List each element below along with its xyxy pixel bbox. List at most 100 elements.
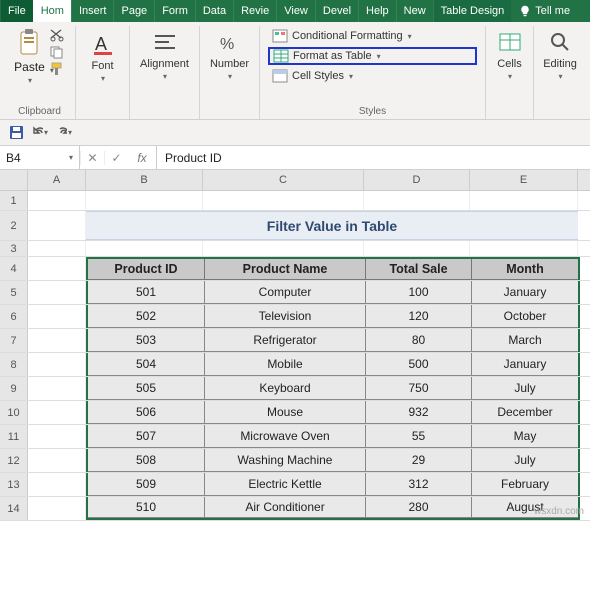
- row-header[interactable]: 12: [0, 449, 28, 472]
- table-cell[interactable]: 508: [88, 449, 205, 472]
- table-header[interactable]: Total Sale: [366, 259, 472, 280]
- tab-view[interactable]: View: [276, 0, 315, 22]
- format-as-table-button[interactable]: Format as Table▾: [268, 47, 477, 65]
- table-cell[interactable]: Microwave Oven: [205, 425, 366, 448]
- row-header[interactable]: 4: [0, 257, 28, 280]
- table-cell[interactable]: July: [472, 449, 578, 472]
- table-cell[interactable]: February: [472, 473, 578, 496]
- row-header[interactable]: 8: [0, 353, 28, 376]
- table-header[interactable]: Month: [472, 259, 578, 280]
- table-cell[interactable]: July: [472, 377, 578, 400]
- table-cell[interactable]: Electric Kettle: [205, 473, 366, 496]
- table-cell[interactable]: October: [472, 305, 578, 328]
- table-header[interactable]: Product ID: [88, 259, 205, 280]
- col-header[interactable]: E: [470, 170, 578, 190]
- table-cell[interactable]: 510: [88, 497, 205, 518]
- row-header[interactable]: 13: [0, 473, 28, 496]
- table-cell[interactable]: 312: [366, 473, 472, 496]
- row-header[interactable]: 9: [0, 377, 28, 400]
- paste-button[interactable]: Paste ▾: [14, 28, 45, 85]
- table-cell[interactable]: 502: [88, 305, 205, 328]
- tab-table-design[interactable]: Table Design: [433, 0, 512, 22]
- alignment-button[interactable]: Alignment ▾: [136, 28, 193, 83]
- tab-help[interactable]: Help: [358, 0, 396, 22]
- format-painter-icon[interactable]: [49, 62, 65, 76]
- select-all-corner[interactable]: [0, 170, 28, 190]
- row-header[interactable]: 6: [0, 305, 28, 328]
- col-header[interactable]: B: [86, 170, 203, 190]
- col-header[interactable]: C: [203, 170, 364, 190]
- cells-button[interactable]: Cells ▾: [493, 28, 525, 83]
- col-header[interactable]: A: [28, 170, 86, 190]
- table-cell[interactable]: March: [472, 329, 578, 352]
- table-cell[interactable]: 500: [366, 353, 472, 376]
- table-cell[interactable]: December: [472, 401, 578, 424]
- table-cell[interactable]: Mobile: [205, 353, 366, 376]
- table-cell[interactable]: 29: [366, 449, 472, 472]
- worksheet-grid[interactable]: A B C D E 1 2 Filter Value in Table 3 4 …: [0, 170, 590, 521]
- table-cell[interactable]: 501: [88, 281, 205, 304]
- table-cell[interactable]: 509: [88, 473, 205, 496]
- table-cell[interactable]: Computer: [205, 281, 366, 304]
- group-cells: Cells ▾: [486, 26, 534, 119]
- table-header[interactable]: Product Name: [205, 259, 366, 280]
- undo-icon[interactable]: ▾: [32, 125, 48, 141]
- table-cell[interactable]: 750: [366, 377, 472, 400]
- tab-developer[interactable]: Devel: [315, 0, 358, 22]
- cut-icon[interactable]: [49, 28, 65, 42]
- fx-icon[interactable]: fx: [128, 151, 156, 165]
- row-header[interactable]: 14: [0, 497, 28, 520]
- table-cell[interactable]: 932: [366, 401, 472, 424]
- table-cell[interactable]: 504: [88, 353, 205, 376]
- table-cell[interactable]: Television: [205, 305, 366, 328]
- row-header[interactable]: 7: [0, 329, 28, 352]
- row-header[interactable]: 2: [0, 211, 28, 240]
- table-cell[interactable]: 503: [88, 329, 205, 352]
- table-cell[interactable]: Keyboard: [205, 377, 366, 400]
- tab-data[interactable]: Data: [195, 0, 233, 22]
- cell-styles-button[interactable]: Cell Styles▾: [268, 68, 477, 84]
- table-cell[interactable]: 55: [366, 425, 472, 448]
- table-cell[interactable]: Refrigerator: [205, 329, 366, 352]
- table-cell[interactable]: 280: [366, 497, 472, 518]
- row-header[interactable]: 11: [0, 425, 28, 448]
- table-cell[interactable]: 100: [366, 281, 472, 304]
- tab-home[interactable]: Hom: [33, 0, 71, 22]
- redo-icon[interactable]: ▾: [56, 125, 72, 141]
- cancel-formula-icon[interactable]: ✕: [80, 151, 104, 165]
- table-cell[interactable]: May: [472, 425, 578, 448]
- tab-new[interactable]: New: [396, 0, 433, 22]
- tab-insert[interactable]: Insert: [71, 0, 114, 22]
- font-button[interactable]: A Font ▾: [87, 28, 119, 85]
- table-cell[interactable]: 507: [88, 425, 205, 448]
- enter-formula-icon[interactable]: ✓: [104, 151, 128, 165]
- table-cell[interactable]: 505: [88, 377, 205, 400]
- row-header[interactable]: 1: [0, 191, 28, 210]
- row-header[interactable]: 5: [0, 281, 28, 304]
- table-cell[interactable]: 120: [366, 305, 472, 328]
- number-button[interactable]: % Number ▾: [206, 28, 253, 83]
- table-cell[interactable]: January: [472, 353, 578, 376]
- tab-formulas[interactable]: Form: [154, 0, 195, 22]
- editing-button[interactable]: Editing ▾: [539, 28, 581, 83]
- row-header[interactable]: 10: [0, 401, 28, 424]
- table-cell[interactable]: 506: [88, 401, 205, 424]
- conditional-formatting-button[interactable]: Conditional Formatting▾: [268, 28, 477, 44]
- font-icon: A: [91, 30, 115, 58]
- table-cell[interactable]: January: [472, 281, 578, 304]
- group-clipboard: Paste ▾ ▾ Clipboard: [4, 26, 76, 119]
- tab-page-layout[interactable]: Page: [113, 0, 154, 22]
- save-icon[interactable]: [8, 125, 24, 141]
- col-header[interactable]: D: [364, 170, 470, 190]
- table-cell[interactable]: Washing Machine: [205, 449, 366, 472]
- row-header[interactable]: 3: [0, 241, 28, 256]
- name-box[interactable]: B4 ▾: [0, 146, 80, 169]
- tab-file[interactable]: File: [0, 0, 33, 22]
- table-cell[interactable]: 80: [366, 329, 472, 352]
- table-cell[interactable]: Air Conditioner: [205, 497, 366, 518]
- tell-me-search[interactable]: Tell me: [511, 0, 578, 22]
- tab-review[interactable]: Revie: [233, 0, 276, 22]
- formula-input[interactable]: Product ID: [157, 146, 590, 169]
- copy-icon[interactable]: ▾: [49, 45, 65, 59]
- table-cell[interactable]: Mouse: [205, 401, 366, 424]
